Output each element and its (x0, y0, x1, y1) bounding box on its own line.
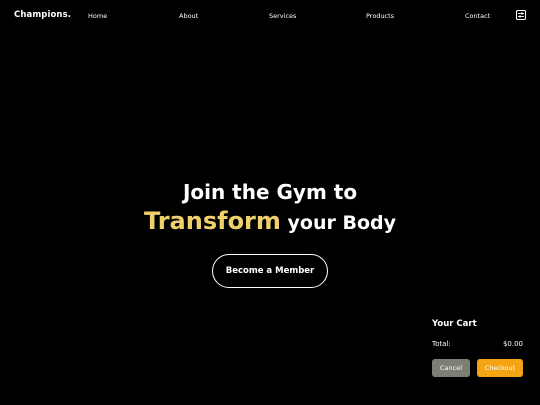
nav-link-home[interactable]: Home (88, 12, 107, 20)
nav-link-contact[interactable]: Contact (465, 12, 490, 20)
cart-title: Your Cart (432, 319, 477, 329)
nav-link-services[interactable]: Services (269, 12, 296, 20)
hero-heading-rest: your Body (280, 212, 396, 234)
navbar: Champions. Home About Services Products … (0, 0, 540, 32)
brand-logo[interactable]: Champions. (14, 10, 71, 20)
sliders-icon[interactable] (516, 10, 526, 20)
hero-heading-line2: Transform your Body (0, 204, 540, 241)
hero-accent-word: Transform (143, 207, 281, 235)
cart-checkout-button[interactable]: Checkout (477, 359, 523, 377)
page: Champions. Home About Services Products … (0, 0, 540, 405)
become-member-button[interactable]: Become a Member (212, 254, 328, 288)
cart-total-label: Total: (432, 340, 451, 348)
nav-link-about[interactable]: About (179, 12, 198, 20)
hero-heading-line1: Join the Gym to (182, 180, 358, 204)
cart-cancel-button[interactable]: Cancel (432, 359, 470, 377)
cart-total-value: $0.00 (502, 340, 523, 348)
nav-link-products[interactable]: Products (366, 12, 394, 20)
